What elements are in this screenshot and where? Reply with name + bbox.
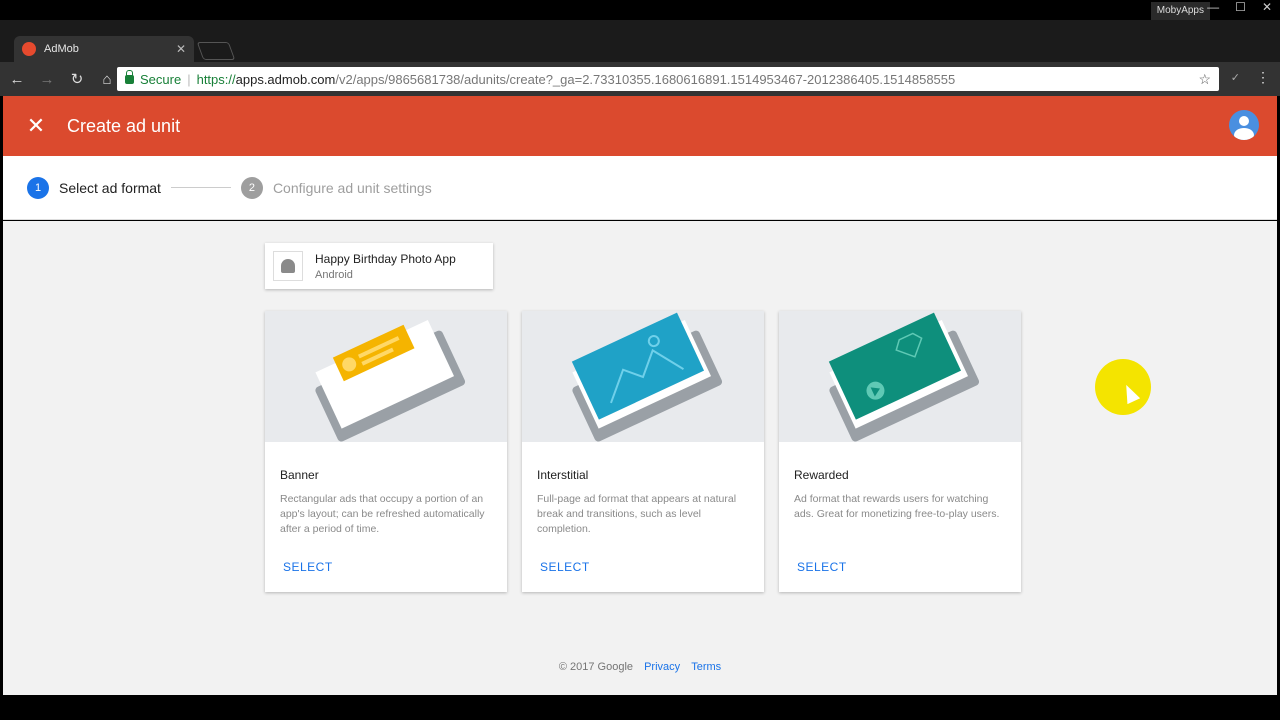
banner-illustration <box>265 311 507 442</box>
step-1-number: 1 <box>27 176 49 199</box>
app-header: ✕ Create ad unit <box>3 96 1277 156</box>
back-icon[interactable]: ← <box>4 71 30 88</box>
step-2-number: 2 <box>240 176 263 199</box>
page-title: Create ad unit <box>67 115 181 136</box>
footer: © 2017 Google Privacy Terms <box>3 661 1277 673</box>
browser-titlebar: AdMob ✕ <box>0 20 1280 62</box>
card-description: Full-page ad format that appears at natu… <box>537 493 737 535</box>
browser-menu-icon[interactable]: ⋮ <box>1256 69 1270 86</box>
tab-title: AdMob <box>44 43 79 55</box>
forward-icon[interactable]: → <box>34 71 60 88</box>
interstitial-card: Interstitial Full-page ad format that ap… <box>522 311 764 592</box>
select-rewarded-button[interactable]: SELECT <box>797 560 847 574</box>
profile-name[interactable]: MobyApps <box>1150 2 1210 20</box>
rewarded-card: Rewarded Ad format that rewards users fo… <box>779 311 1021 592</box>
selected-app-chip: Happy Birthday Photo App Android <box>265 243 493 289</box>
step-1-label: Select ad format <box>59 179 161 196</box>
app-name: Happy Birthday Photo App <box>315 251 456 266</box>
browser-tab[interactable]: AdMob ✕ <box>14 36 194 62</box>
avatar[interactable] <box>1229 110 1259 140</box>
select-banner-button[interactable]: SELECT <box>283 560 333 574</box>
maximize-icon[interactable]: ☐ <box>1235 0 1246 14</box>
card-description: Rectangular ads that occupy a portion of… <box>280 493 485 535</box>
admob-favicon-icon <box>22 42 36 56</box>
android-icon <box>273 251 303 281</box>
step-connector <box>170 187 231 188</box>
copyright: © 2017 Google <box>558 661 634 673</box>
privacy-link[interactable]: Privacy <box>644 661 680 673</box>
close-tab-icon[interactable]: ✕ <box>176 42 186 56</box>
secure-label: Secure <box>140 71 182 87</box>
url-separator: | <box>187 71 191 87</box>
screen: AdMob ✕ MobyApps — ☐ ✕ ← → ↻ ⌂ Secure | … <box>0 0 1280 720</box>
window-controls: — ☐ ✕ <box>1207 0 1272 14</box>
card-title: Interstitial <box>537 468 589 482</box>
browser-toolbar: ← → ↻ ⌂ Secure | https:// apps.admob.com… <box>0 62 1280 96</box>
new-tab-button[interactable] <box>196 42 236 60</box>
banner-card: Banner Rectangular ads that occupy a por… <box>265 311 507 592</box>
lock-icon <box>125 69 134 84</box>
select-interstitial-button[interactable]: SELECT <box>540 560 590 574</box>
card-title: Banner <box>280 468 319 482</box>
reload-icon[interactable]: ↻ <box>64 70 90 88</box>
app-platform: Android <box>315 268 353 281</box>
stepper: 1 Select ad format 2 Configure ad unit s… <box>3 156 1277 220</box>
step-2-label: Configure ad unit settings <box>272 179 432 196</box>
card-description: Ad format that rewards users for watchin… <box>794 493 1000 520</box>
ad-format-cards: Banner Rectangular ads that occupy a por… <box>265 311 1021 592</box>
main-content: Happy Birthday Photo App Android Banner … <box>3 221 1277 695</box>
close-window-icon[interactable]: ✕ <box>1262 0 1272 14</box>
url-host: apps.admob.com <box>235 71 336 87</box>
minimize-icon[interactable]: — <box>1207 0 1219 14</box>
interstitial-illustration <box>522 311 764 442</box>
rewarded-illustration <box>779 311 1021 442</box>
card-title: Rewarded <box>794 468 849 482</box>
close-icon[interactable]: ✕ <box>25 113 47 139</box>
address-bar[interactable]: Secure | https:// apps.admob.com /v2/app… <box>117 67 1219 91</box>
url-path: /v2/apps/9865681738/adunits/create?_ga=2… <box>335 71 956 87</box>
url-scheme: https:// <box>196 71 236 87</box>
extension-check-icon[interactable]: ✓ <box>1231 71 1240 84</box>
terms-link[interactable]: Terms <box>691 661 721 673</box>
bookmark-star-icon[interactable]: ☆ <box>1198 71 1211 88</box>
